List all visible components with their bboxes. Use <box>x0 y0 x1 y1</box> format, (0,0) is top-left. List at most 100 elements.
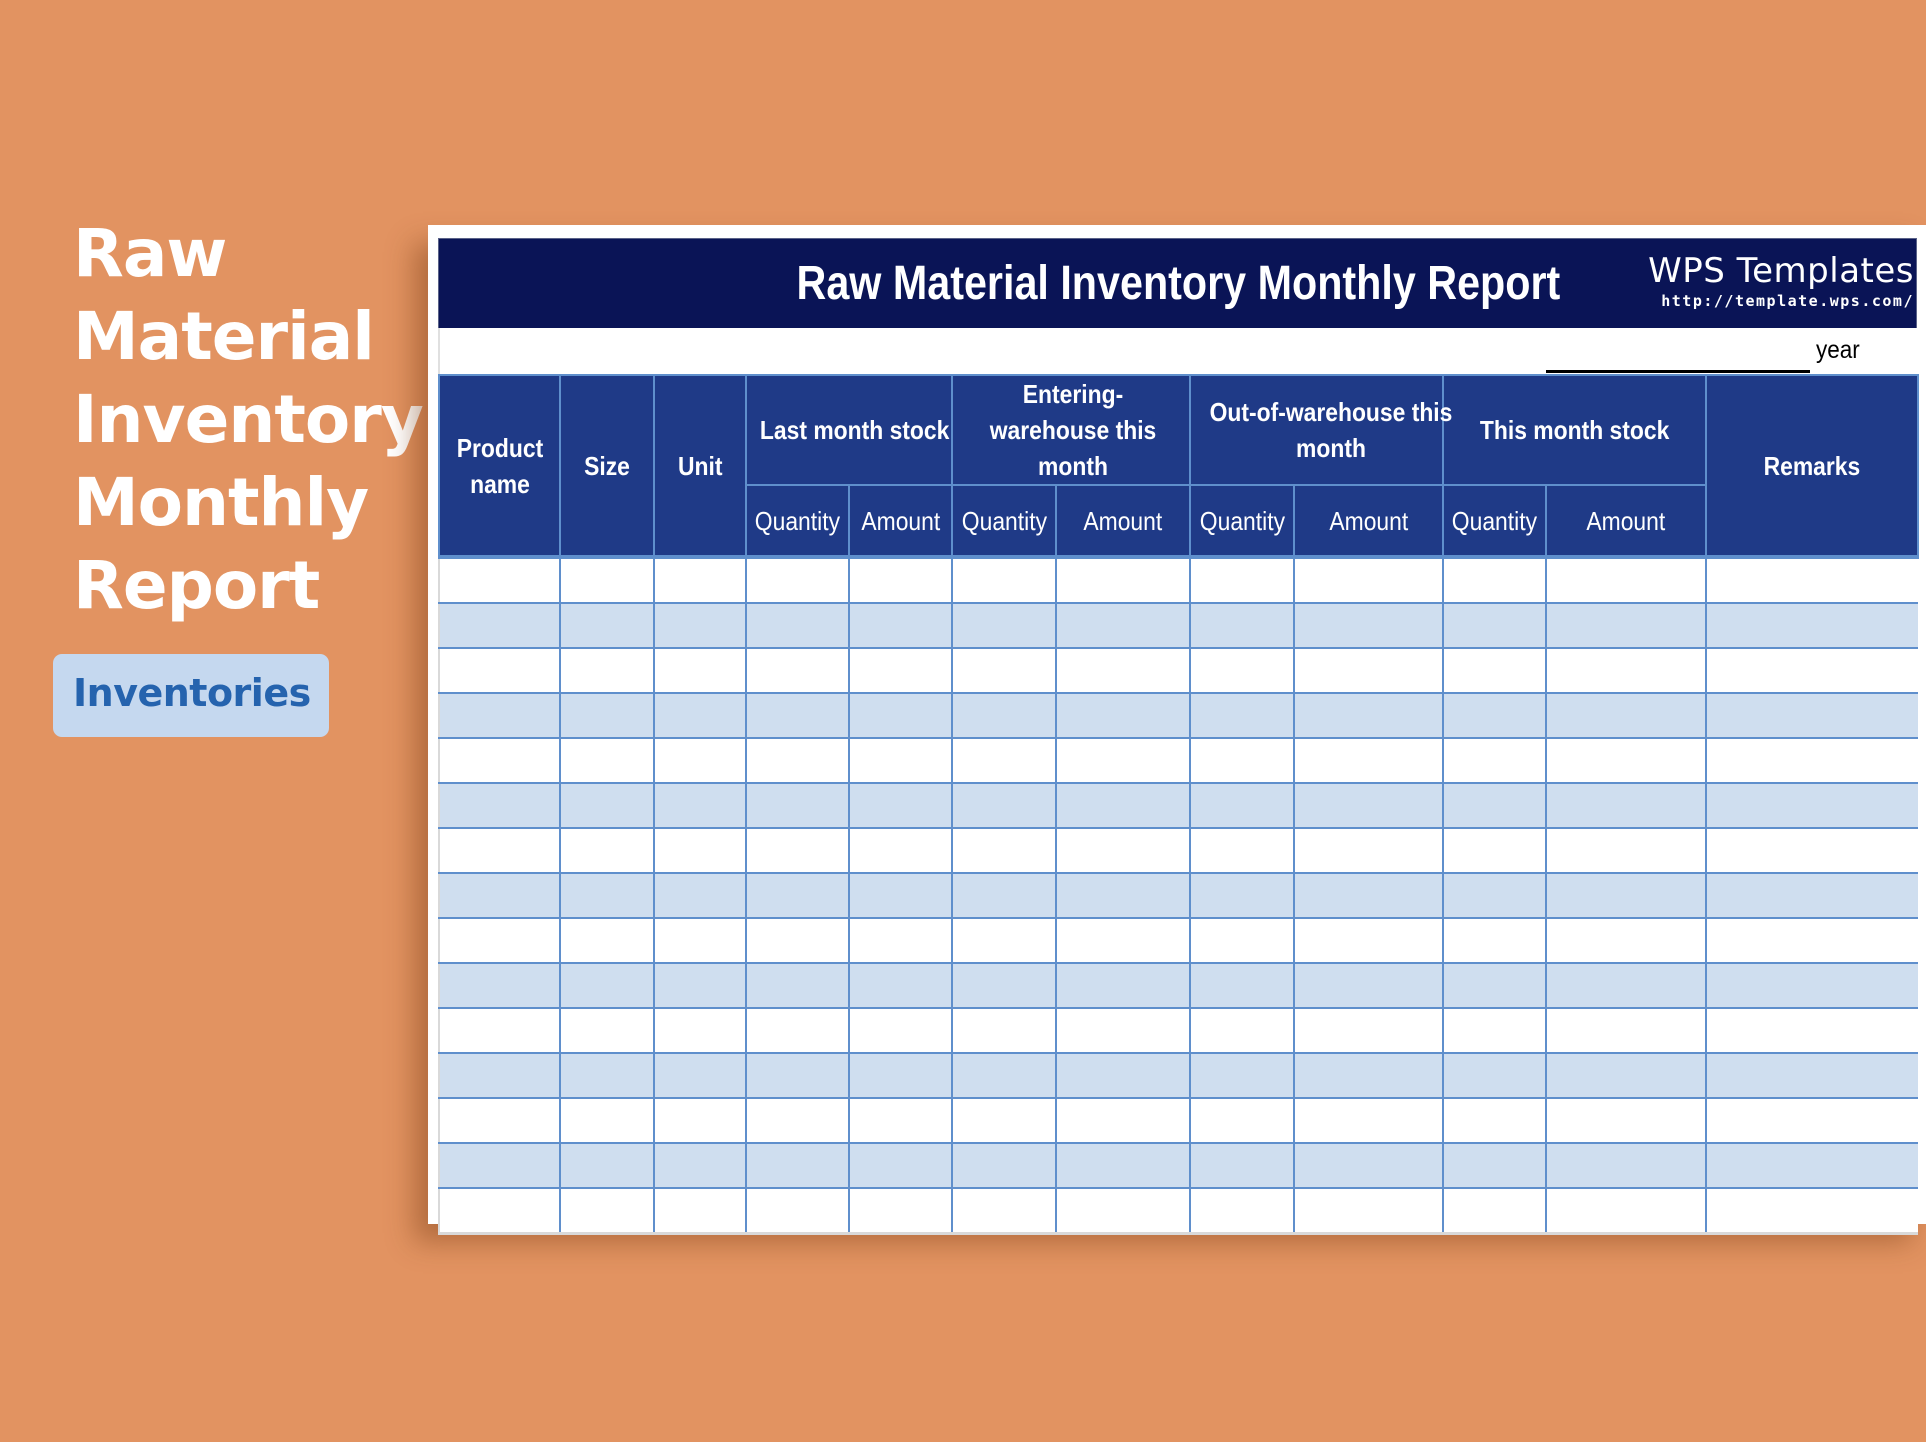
table-cell[interactable] <box>438 556 561 604</box>
table-cell[interactable] <box>1055 782 1191 829</box>
table-cell[interactable] <box>559 1097 655 1144</box>
table-cell[interactable] <box>1293 647 1444 694</box>
table-cell[interactable] <box>559 782 655 829</box>
table-cell[interactable] <box>745 782 850 829</box>
table-cell[interactable] <box>1189 872 1295 919</box>
table-cell[interactable] <box>951 1052 1057 1099</box>
table-cell[interactable] <box>1705 1097 1918 1144</box>
table-cell[interactable] <box>1442 962 1547 1009</box>
table-cell[interactable] <box>1189 782 1295 829</box>
table-cell[interactable] <box>1705 647 1918 694</box>
table-cell[interactable] <box>1705 1187 1918 1235</box>
table-cell[interactable] <box>1705 917 1918 964</box>
table-cell[interactable] <box>1189 962 1295 1009</box>
table-cell[interactable] <box>438 827 561 874</box>
table-cell[interactable] <box>951 556 1057 604</box>
table-cell[interactable] <box>653 1052 747 1099</box>
table-cell[interactable] <box>1055 737 1191 784</box>
table-cell[interactable] <box>1293 602 1444 649</box>
table-cell[interactable] <box>438 647 561 694</box>
table-cell[interactable] <box>848 1142 953 1189</box>
table-cell[interactable] <box>745 1007 850 1054</box>
table-cell[interactable] <box>745 1052 850 1099</box>
table-cell[interactable] <box>1189 917 1295 964</box>
table-cell[interactable] <box>438 917 561 964</box>
table-cell[interactable] <box>1055 692 1191 739</box>
table-cell[interactable] <box>653 917 747 964</box>
table-cell[interactable] <box>1442 737 1547 784</box>
table-cell[interactable] <box>559 602 655 649</box>
table-cell[interactable] <box>745 556 850 604</box>
table-cell[interactable] <box>1189 647 1295 694</box>
table-cell[interactable] <box>1293 827 1444 874</box>
table-cell[interactable] <box>1055 1142 1191 1189</box>
table-cell[interactable] <box>1705 692 1918 739</box>
table-cell[interactable] <box>745 737 850 784</box>
table-cell[interactable] <box>951 962 1057 1009</box>
table-cell[interactable] <box>1055 556 1191 604</box>
table-cell[interactable] <box>1442 872 1547 919</box>
table-cell[interactable] <box>1545 647 1707 694</box>
table-cell[interactable] <box>1442 1142 1547 1189</box>
table-cell[interactable] <box>653 1142 747 1189</box>
table-cell[interactable] <box>1545 692 1707 739</box>
table-cell[interactable] <box>559 1007 655 1054</box>
table-cell[interactable] <box>951 827 1057 874</box>
table-cell[interactable] <box>951 737 1057 784</box>
table-cell[interactable] <box>559 917 655 964</box>
table-cell[interactable] <box>848 827 953 874</box>
table-cell[interactable] <box>1293 962 1444 1009</box>
table-cell[interactable] <box>848 1097 953 1144</box>
table-cell[interactable] <box>1545 1052 1707 1099</box>
table-cell[interactable] <box>745 602 850 649</box>
table-cell[interactable] <box>1545 737 1707 784</box>
table-cell[interactable] <box>745 872 850 919</box>
table-cell[interactable] <box>1293 1187 1444 1235</box>
table-cell[interactable] <box>1189 1007 1295 1054</box>
table-cell[interactable] <box>848 872 953 919</box>
table-cell[interactable] <box>1705 1052 1918 1099</box>
table-cell[interactable] <box>653 692 747 739</box>
table-cell[interactable] <box>1055 827 1191 874</box>
table-cell[interactable] <box>951 1142 1057 1189</box>
year-input[interactable] <box>1546 370 1810 373</box>
table-cell[interactable] <box>951 872 1057 919</box>
table-cell[interactable] <box>848 647 953 694</box>
table-cell[interactable] <box>438 1007 561 1054</box>
table-cell[interactable] <box>1293 917 1444 964</box>
table-cell[interactable] <box>848 917 953 964</box>
table-cell[interactable] <box>653 872 747 919</box>
table-cell[interactable] <box>1189 556 1295 604</box>
table-cell[interactable] <box>1293 1142 1444 1189</box>
table-cell[interactable] <box>559 737 655 784</box>
table-cell[interactable] <box>1189 827 1295 874</box>
table-cell[interactable] <box>1293 692 1444 739</box>
table-cell[interactable] <box>1189 692 1295 739</box>
table-cell[interactable] <box>1442 556 1547 604</box>
table-cell[interactable] <box>653 782 747 829</box>
table-cell[interactable] <box>1442 1097 1547 1144</box>
table-cell[interactable] <box>559 1187 655 1235</box>
table-cell[interactable] <box>559 1142 655 1189</box>
table-cell[interactable] <box>848 692 953 739</box>
table-cell[interactable] <box>1545 1187 1707 1235</box>
table-cell[interactable] <box>951 917 1057 964</box>
table-cell[interactable] <box>1705 962 1918 1009</box>
table-cell[interactable] <box>848 1007 953 1054</box>
table-cell[interactable] <box>1705 737 1918 784</box>
table-cell[interactable] <box>438 602 561 649</box>
table-cell[interactable] <box>745 962 850 1009</box>
table-cell[interactable] <box>1545 1007 1707 1054</box>
table-cell[interactable] <box>1055 647 1191 694</box>
table-cell[interactable] <box>1055 1007 1191 1054</box>
table-cell[interactable] <box>559 647 655 694</box>
table-cell[interactable] <box>438 1142 561 1189</box>
table-cell[interactable] <box>438 1052 561 1099</box>
table-cell[interactable] <box>559 962 655 1009</box>
table-cell[interactable] <box>1545 556 1707 604</box>
table-cell[interactable] <box>951 1007 1057 1054</box>
table-cell[interactable] <box>1055 962 1191 1009</box>
table-cell[interactable] <box>653 962 747 1009</box>
table-cell[interactable] <box>1442 1007 1547 1054</box>
table-cell[interactable] <box>1189 1097 1295 1144</box>
